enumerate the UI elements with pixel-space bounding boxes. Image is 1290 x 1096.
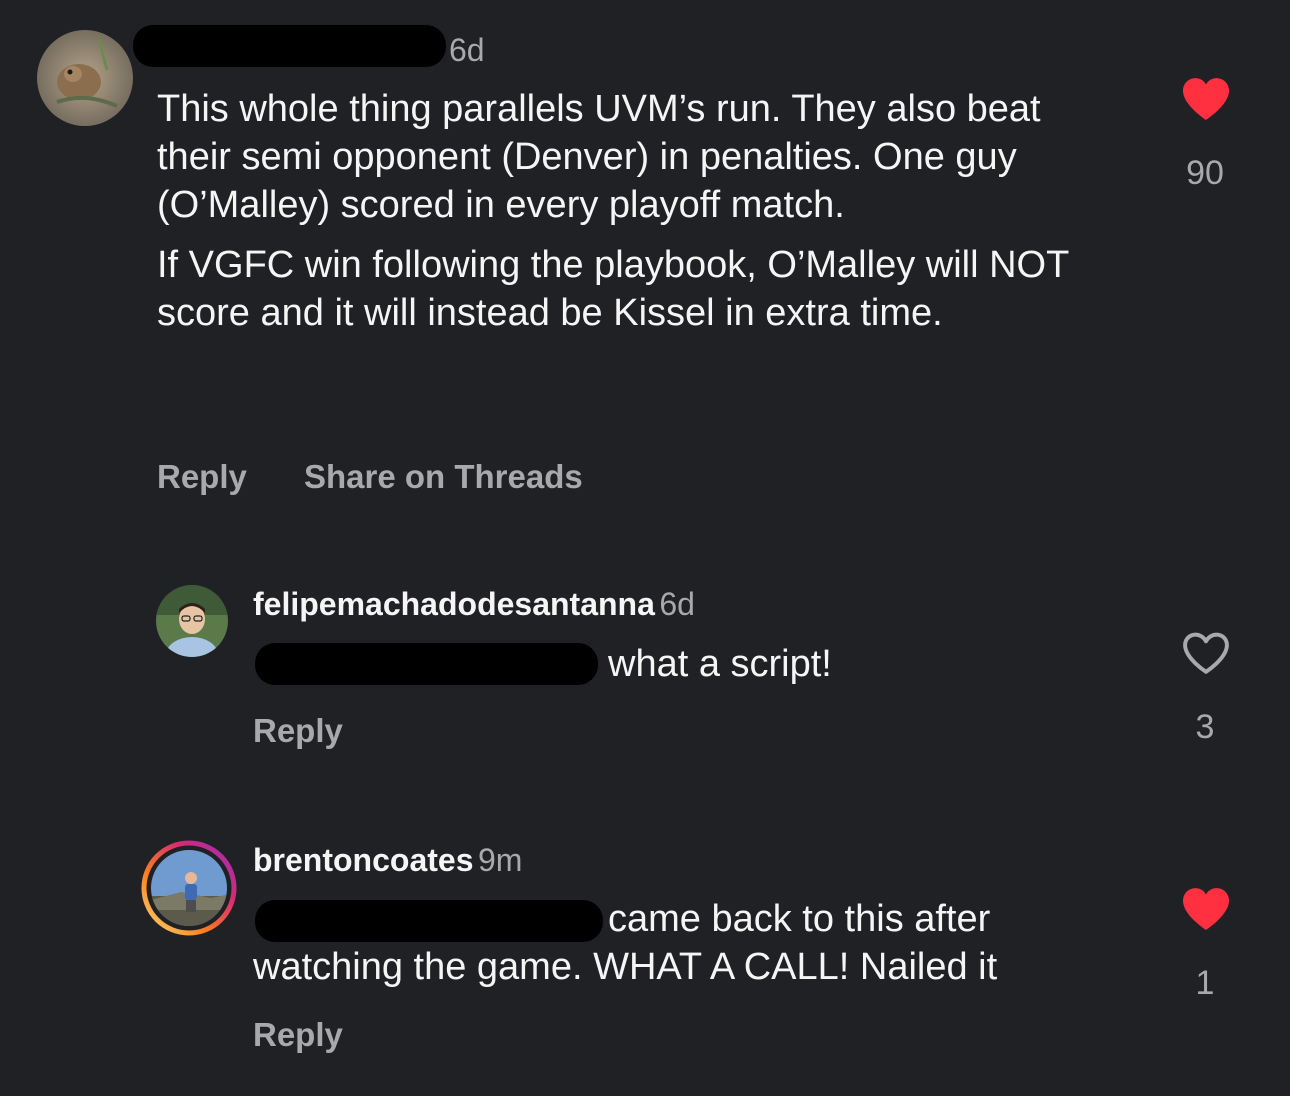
share-on-threads-button[interactable]: Share on Threads bbox=[304, 458, 583, 496]
reply-button[interactable]: Reply bbox=[253, 712, 343, 750]
avatar[interactable] bbox=[37, 30, 133, 126]
comment-text: what a script! bbox=[608, 643, 832, 685]
comment-timestamp: 9m bbox=[477, 842, 523, 878]
redacted-username bbox=[133, 25, 446, 67]
reply-button[interactable]: Reply bbox=[157, 458, 247, 496]
comment-timestamp: 6d bbox=[659, 586, 695, 622]
reply-button[interactable]: Reply bbox=[253, 1016, 343, 1054]
comment-text: watching the game. WHAT A CALL! Nailed i… bbox=[253, 946, 998, 988]
like-count: 1 bbox=[1195, 964, 1215, 1002]
comment-header: felipemachadodesantanna 6d bbox=[253, 586, 695, 623]
redacted-mention[interactable] bbox=[255, 643, 598, 685]
redacted-mention[interactable] bbox=[255, 900, 603, 942]
username[interactable]: felipemachadodesantanna bbox=[253, 586, 655, 622]
username[interactable]: brentoncoates bbox=[253, 842, 473, 878]
comment-text: This whole thing parallels UVM’s run. Th… bbox=[157, 85, 1117, 337]
avatar[interactable] bbox=[156, 585, 228, 657]
heart-outline-icon[interactable] bbox=[1180, 630, 1232, 676]
comment-timestamp: 6d bbox=[449, 32, 485, 68]
comment-paragraph: This whole thing parallels UVM’s run. Th… bbox=[157, 88, 1041, 226]
story-ring[interactable] bbox=[141, 840, 237, 936]
comment-header: brentoncoates 9m bbox=[253, 842, 522, 879]
like-count: 90 bbox=[1186, 154, 1224, 192]
heart-filled-icon[interactable] bbox=[1180, 886, 1232, 932]
heart-filled-icon[interactable] bbox=[1180, 76, 1232, 122]
comment-paragraph: If VGFC win following the playbook, O’Ma… bbox=[157, 244, 1069, 334]
comment-text: came back to this after bbox=[608, 898, 991, 940]
like-count: 3 bbox=[1195, 708, 1215, 746]
